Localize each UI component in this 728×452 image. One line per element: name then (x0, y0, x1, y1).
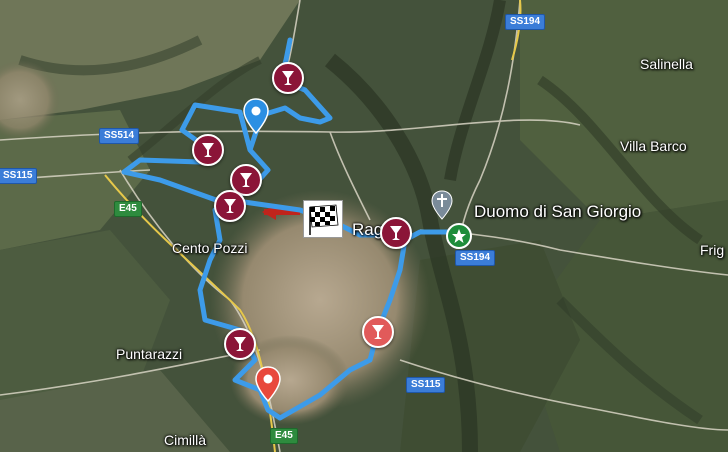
wine-glass-icon (224, 199, 236, 213)
location-pin-blue-icon[interactable] (243, 98, 269, 134)
wine-stop-marker[interactable] (272, 62, 304, 94)
wine-stop-marker[interactable] (192, 134, 224, 166)
wine-glass-icon (234, 337, 246, 351)
road-shield-ss115: SS115 (0, 168, 38, 184)
map-view[interactable]: SS194 SS514 SS115 E45 SS194 SS115 E45 Sa… (0, 0, 728, 452)
wine-glass-icon (202, 143, 214, 157)
place-cimilla: Cimillà (164, 432, 206, 448)
wine-glass-icon (372, 325, 384, 339)
wine-stop-marker[interactable] (224, 328, 256, 360)
place-cento-pozzi: Cento Pozzi (172, 240, 248, 256)
place-frig: Frig (700, 242, 725, 258)
wine-stop-marker[interactable] (362, 316, 394, 348)
star-icon (452, 229, 466, 243)
church-cross-icon[interactable] (431, 190, 453, 220)
place-villa-barco: Villa Barco (620, 138, 687, 154)
road-shield-ss115-bottom: SS115 (406, 377, 446, 393)
wine-glass-icon (390, 226, 402, 240)
road-shield-ss194-mid: SS194 (455, 250, 496, 266)
start-checkered-flag-icon[interactable] (303, 200, 343, 238)
road-shield-e45: E45 (114, 201, 142, 217)
place-ragusa: Rag (352, 220, 384, 239)
road-shield-e45-bottom: E45 (270, 428, 298, 444)
place-salinella: Salinella (640, 56, 693, 72)
road-shield-ss194: SS194 (505, 14, 546, 30)
wine-stop-marker[interactable] (380, 217, 412, 249)
place-duomo-di-san-giorgio[interactable]: Duomo di San Giorgio (474, 202, 641, 222)
favorite-star-marker[interactable] (446, 223, 472, 249)
wine-stop-marker[interactable] (214, 190, 246, 222)
location-pin-red-icon[interactable] (255, 366, 281, 402)
wine-glass-icon (282, 71, 294, 85)
place-puntarazzi: Puntarazzi (116, 346, 183, 362)
wine-glass-icon (240, 173, 252, 187)
road-shield-ss514: SS514 (99, 128, 140, 144)
